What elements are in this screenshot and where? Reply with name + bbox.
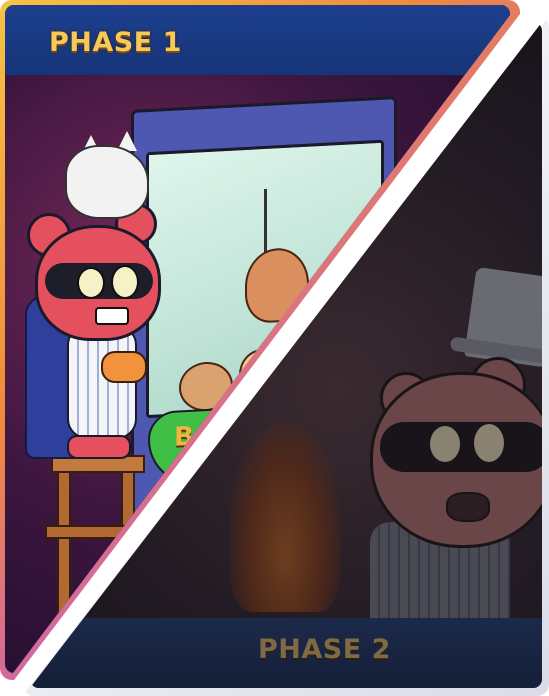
bear-mask xyxy=(380,422,542,472)
phase-2-card[interactable]: PHASE 2 xyxy=(22,16,549,696)
bear-mouth xyxy=(446,492,490,522)
bear-eye xyxy=(430,426,460,462)
bear-eye xyxy=(474,424,504,462)
fire xyxy=(230,422,340,612)
phase-2-title: PHASE 2 xyxy=(258,634,391,665)
